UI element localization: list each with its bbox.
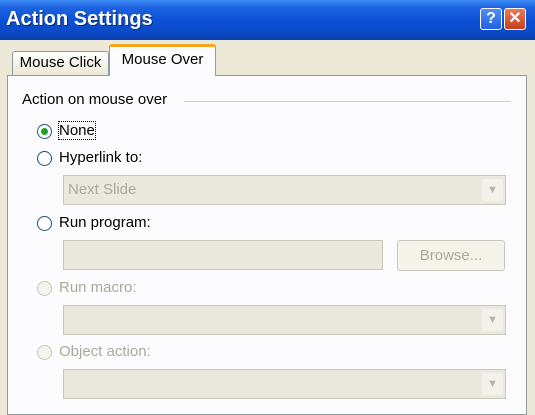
none-label[interactable]: None: [58, 121, 96, 140]
tab-mouse-click[interactable]: Mouse Click: [12, 51, 109, 75]
run-program-radio[interactable]: [37, 216, 52, 231]
chevron-down-icon[interactable]: ▼: [482, 373, 503, 395]
group-divider: [184, 101, 511, 102]
title-bar: Action Settings ? ✕: [0, 0, 535, 40]
tab-mouse-over[interactable]: Mouse Over: [109, 44, 216, 76]
object-action-radio[interactable]: [37, 345, 52, 360]
group-label: Action on mouse over: [22, 91, 168, 108]
hyperlink-radio[interactable]: [37, 151, 52, 166]
help-button[interactable]: ?: [480, 8, 502, 30]
dialog-title: Action Settings: [6, 8, 153, 30]
hyperlink-value: Next Slide: [68, 181, 137, 198]
close-button[interactable]: ✕: [504, 8, 526, 30]
chevron-down-icon[interactable]: ▼: [482, 179, 503, 201]
hyperlink-dropdown[interactable]: Next Slide ▼: [63, 175, 506, 205]
object-action-label: Object action:: [59, 343, 151, 360]
browse-button[interactable]: Browse...: [397, 240, 505, 271]
run-program-input[interactable]: [63, 240, 383, 270]
tab-panel: Action on mouse over None Hyperlink to: …: [7, 75, 527, 415]
object-action-dropdown[interactable]: ▼: [63, 369, 506, 399]
chevron-down-icon[interactable]: ▼: [482, 309, 503, 331]
hyperlink-label[interactable]: Hyperlink to:: [59, 149, 142, 166]
run-macro-dropdown[interactable]: ▼: [63, 305, 506, 335]
run-program-label[interactable]: Run program:: [59, 214, 151, 231]
run-macro-radio[interactable]: [37, 281, 52, 296]
none-radio[interactable]: [37, 124, 52, 139]
run-macro-label: Run macro:: [59, 279, 137, 296]
